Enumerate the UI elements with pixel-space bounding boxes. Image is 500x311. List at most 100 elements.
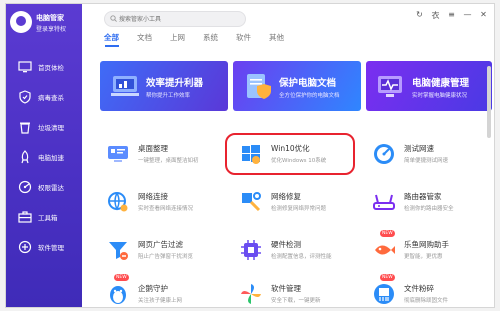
tool-desc: 检测修复网络异常问题 (271, 206, 327, 212)
sidebar-item-label: 工具箱 (38, 214, 58, 222)
sidebar-item-speedup[interactable]: 电脑加速 (6, 142, 82, 172)
app-name: 电脑管家 (36, 14, 64, 22)
health-monitor-icon (378, 76, 402, 97)
shredder-icon (374, 284, 394, 304)
sidebar-item-home-check[interactable]: 首页体检 (6, 52, 82, 82)
new-badge: NEW (380, 274, 395, 281)
ad-filter-icon (109, 242, 128, 260)
tab-internet[interactable]: 上网 (170, 32, 203, 48)
virus-scan-icon (19, 90, 31, 104)
banner-subtitle: 帮你提升工作效率 (146, 93, 191, 99)
tool-desc: 检测配置信息，评测性能 (271, 254, 332, 260)
menu-icon[interactable]: ≡ (447, 10, 456, 21)
banner-subtitle: 实时掌握电脑健康状况 (412, 93, 468, 99)
tool-name: 桌面整理 (138, 144, 168, 153)
pinwheel-icon (241, 284, 261, 304)
sidebar-item-label: 电脑加速 (38, 154, 64, 162)
minimize-icon[interactable]: — (463, 10, 472, 21)
tool-name: 网络连接 (138, 192, 168, 201)
banner-title: 电脑健康管理 (412, 78, 470, 89)
window-controls: ↻ 衣 ≡ — ✕ (415, 10, 488, 21)
software-manager-icon (18, 240, 32, 254)
fish-shopping-icon (375, 245, 395, 255)
banner-doc-protect[interactable]: 保护电脑文档 全方位保护你的电脑文档 (233, 61, 361, 111)
sidebar-item-toolbox[interactable]: 工具箱 (6, 202, 82, 232)
category-tabs: 全部 文档 上网 系统 软件 其他 (104, 32, 302, 48)
sidebar-nav: 首页体检 病毒查杀 垃圾清理 电脑加速 权限雷达 工具箱 软件管理 (6, 52, 82, 262)
tool-desc: 简单便捷测试网速 (404, 158, 449, 164)
rocket-icon (21, 150, 29, 164)
sidebar-item-virus-scan[interactable]: 病毒查杀 (6, 82, 82, 112)
speedometer-icon (374, 144, 394, 164)
new-badge: NEW (114, 274, 129, 281)
tool-speed-test[interactable]: 测试网速 简单便捷测试网速 (366, 136, 494, 176)
laptop-chart-icon (111, 76, 139, 96)
tab-other[interactable]: 其他 (269, 32, 302, 48)
scrollbar[interactable] (487, 66, 491, 138)
penguin-icon (110, 286, 126, 304)
tool-router-manager[interactable]: 路由器管家 检测你的路由器安全 (366, 184, 494, 224)
sidebar-item-junk-clean[interactable]: 垃圾清理 (6, 112, 82, 142)
sidebar-item-label: 软件管理 (38, 244, 64, 252)
tool-desc: 安全下载，一键更新 (271, 298, 321, 304)
top-bar: ↻ 衣 ≡ — ✕ 全部 文档 上网 系统 软件 其他 (82, 4, 494, 56)
tab-system[interactable]: 系统 (203, 32, 236, 48)
tool-name: Win10优化 (271, 144, 310, 153)
toolbox-icon (18, 211, 32, 223)
sidebar-item-software-manager[interactable]: 软件管理 (6, 232, 82, 262)
tool-name: 乐鱼网购助手 (404, 240, 449, 249)
tool-name: 网页广告过滤 (138, 240, 183, 249)
search-icon (110, 15, 117, 22)
sidebar-item-label: 病毒查杀 (38, 94, 64, 102)
sidebar-item-permission-radar[interactable]: 权限雷达 (6, 172, 82, 202)
app-window: 电脑管家 登录享特权 首页体检 病毒查杀 垃圾清理 电脑加速 权限雷达 工具箱 … (5, 3, 495, 308)
tool-ad-filter[interactable]: 网页广告过滤 阻止广告弹窗干扰浏览 (100, 232, 228, 272)
radar-icon (18, 180, 32, 194)
tool-win10-optimize[interactable]: Win10优化 优化Windows 10系统 (233, 136, 361, 176)
tool-name: 测试网速 (404, 144, 434, 153)
tab-documents[interactable]: 文档 (137, 32, 170, 48)
user-area[interactable]: 电脑管家 登录享特权 (10, 10, 80, 36)
tool-desc: 实时查看网络连接情况 (138, 206, 194, 212)
new-badge: NEW (380, 230, 395, 237)
windows-logo-icon (242, 145, 260, 164)
tool-hardware-detect[interactable]: 硬件检测 检测配置信息，评测性能 (233, 232, 361, 272)
search-box[interactable] (104, 11, 246, 27)
banner-efficiency[interactable]: 效率提升利器 帮你提升工作效率 (100, 61, 228, 111)
banner-health[interactable]: 电脑健康管理 实时掌握电脑健康状况 (366, 61, 492, 111)
tool-software-manager[interactable]: 软件管理 安全下载，一键更新 (233, 276, 361, 307)
search-input[interactable] (119, 12, 239, 26)
close-icon[interactable]: ✕ (479, 10, 488, 21)
tool-network-repair[interactable]: 网络修复 检测修复网络异常问题 (233, 184, 361, 224)
skin-icon[interactable]: 衣 (431, 10, 440, 21)
tab-all[interactable]: 全部 (104, 32, 137, 48)
tool-desc: 优化Windows 10系统 (271, 158, 327, 164)
banner-title: 保护电脑文档 (279, 78, 337, 89)
trash-clean-icon (20, 122, 30, 134)
chip-icon (241, 240, 261, 260)
avatar[interactable] (10, 11, 32, 33)
tool-desktop-organize[interactable]: 桌面整理 一键整理，桌面整洁如初 (100, 136, 228, 176)
document-shield-icon (247, 74, 271, 99)
banner-title: 效率提升利器 (146, 78, 204, 89)
tool-file-shredder[interactable]: NEW 文件粉碎 彻底删除顽固文件 (366, 274, 494, 307)
monitor-check-icon (18, 61, 32, 73)
refresh-icon[interactable]: ↻ (415, 10, 424, 21)
tool-name: 文件粉碎 (404, 284, 434, 293)
desktop-organize-icon (108, 146, 128, 162)
tool-desc: 检测你的路由器安全 (404, 206, 454, 212)
tool-name: 硬件检测 (271, 240, 301, 249)
router-icon (373, 194, 395, 210)
login-link[interactable]: 登录享特权 (36, 24, 66, 33)
tool-shopping-assistant[interactable]: NEW 乐鱼网购助手 更智能，更优惠 (366, 230, 494, 272)
sidebar-item-label: 首页体检 (38, 64, 64, 72)
network-globe-icon (108, 192, 128, 212)
tool-desc: 关注孩子健康上网 (138, 298, 183, 304)
tool-desc: 一键整理，桌面整洁如初 (138, 158, 199, 164)
tab-software[interactable]: 软件 (236, 32, 269, 48)
tool-penguin-guard[interactable]: NEW 企鹅守护 关注孩子健康上网 (100, 274, 228, 307)
tool-name: 软件管理 (271, 284, 301, 293)
tool-network-connection[interactable]: 网络连接 实时查看网络连接情况 (100, 184, 228, 224)
sidebar-item-label: 权限雷达 (38, 184, 64, 192)
tool-desc: 更智能，更优惠 (404, 254, 443, 260)
